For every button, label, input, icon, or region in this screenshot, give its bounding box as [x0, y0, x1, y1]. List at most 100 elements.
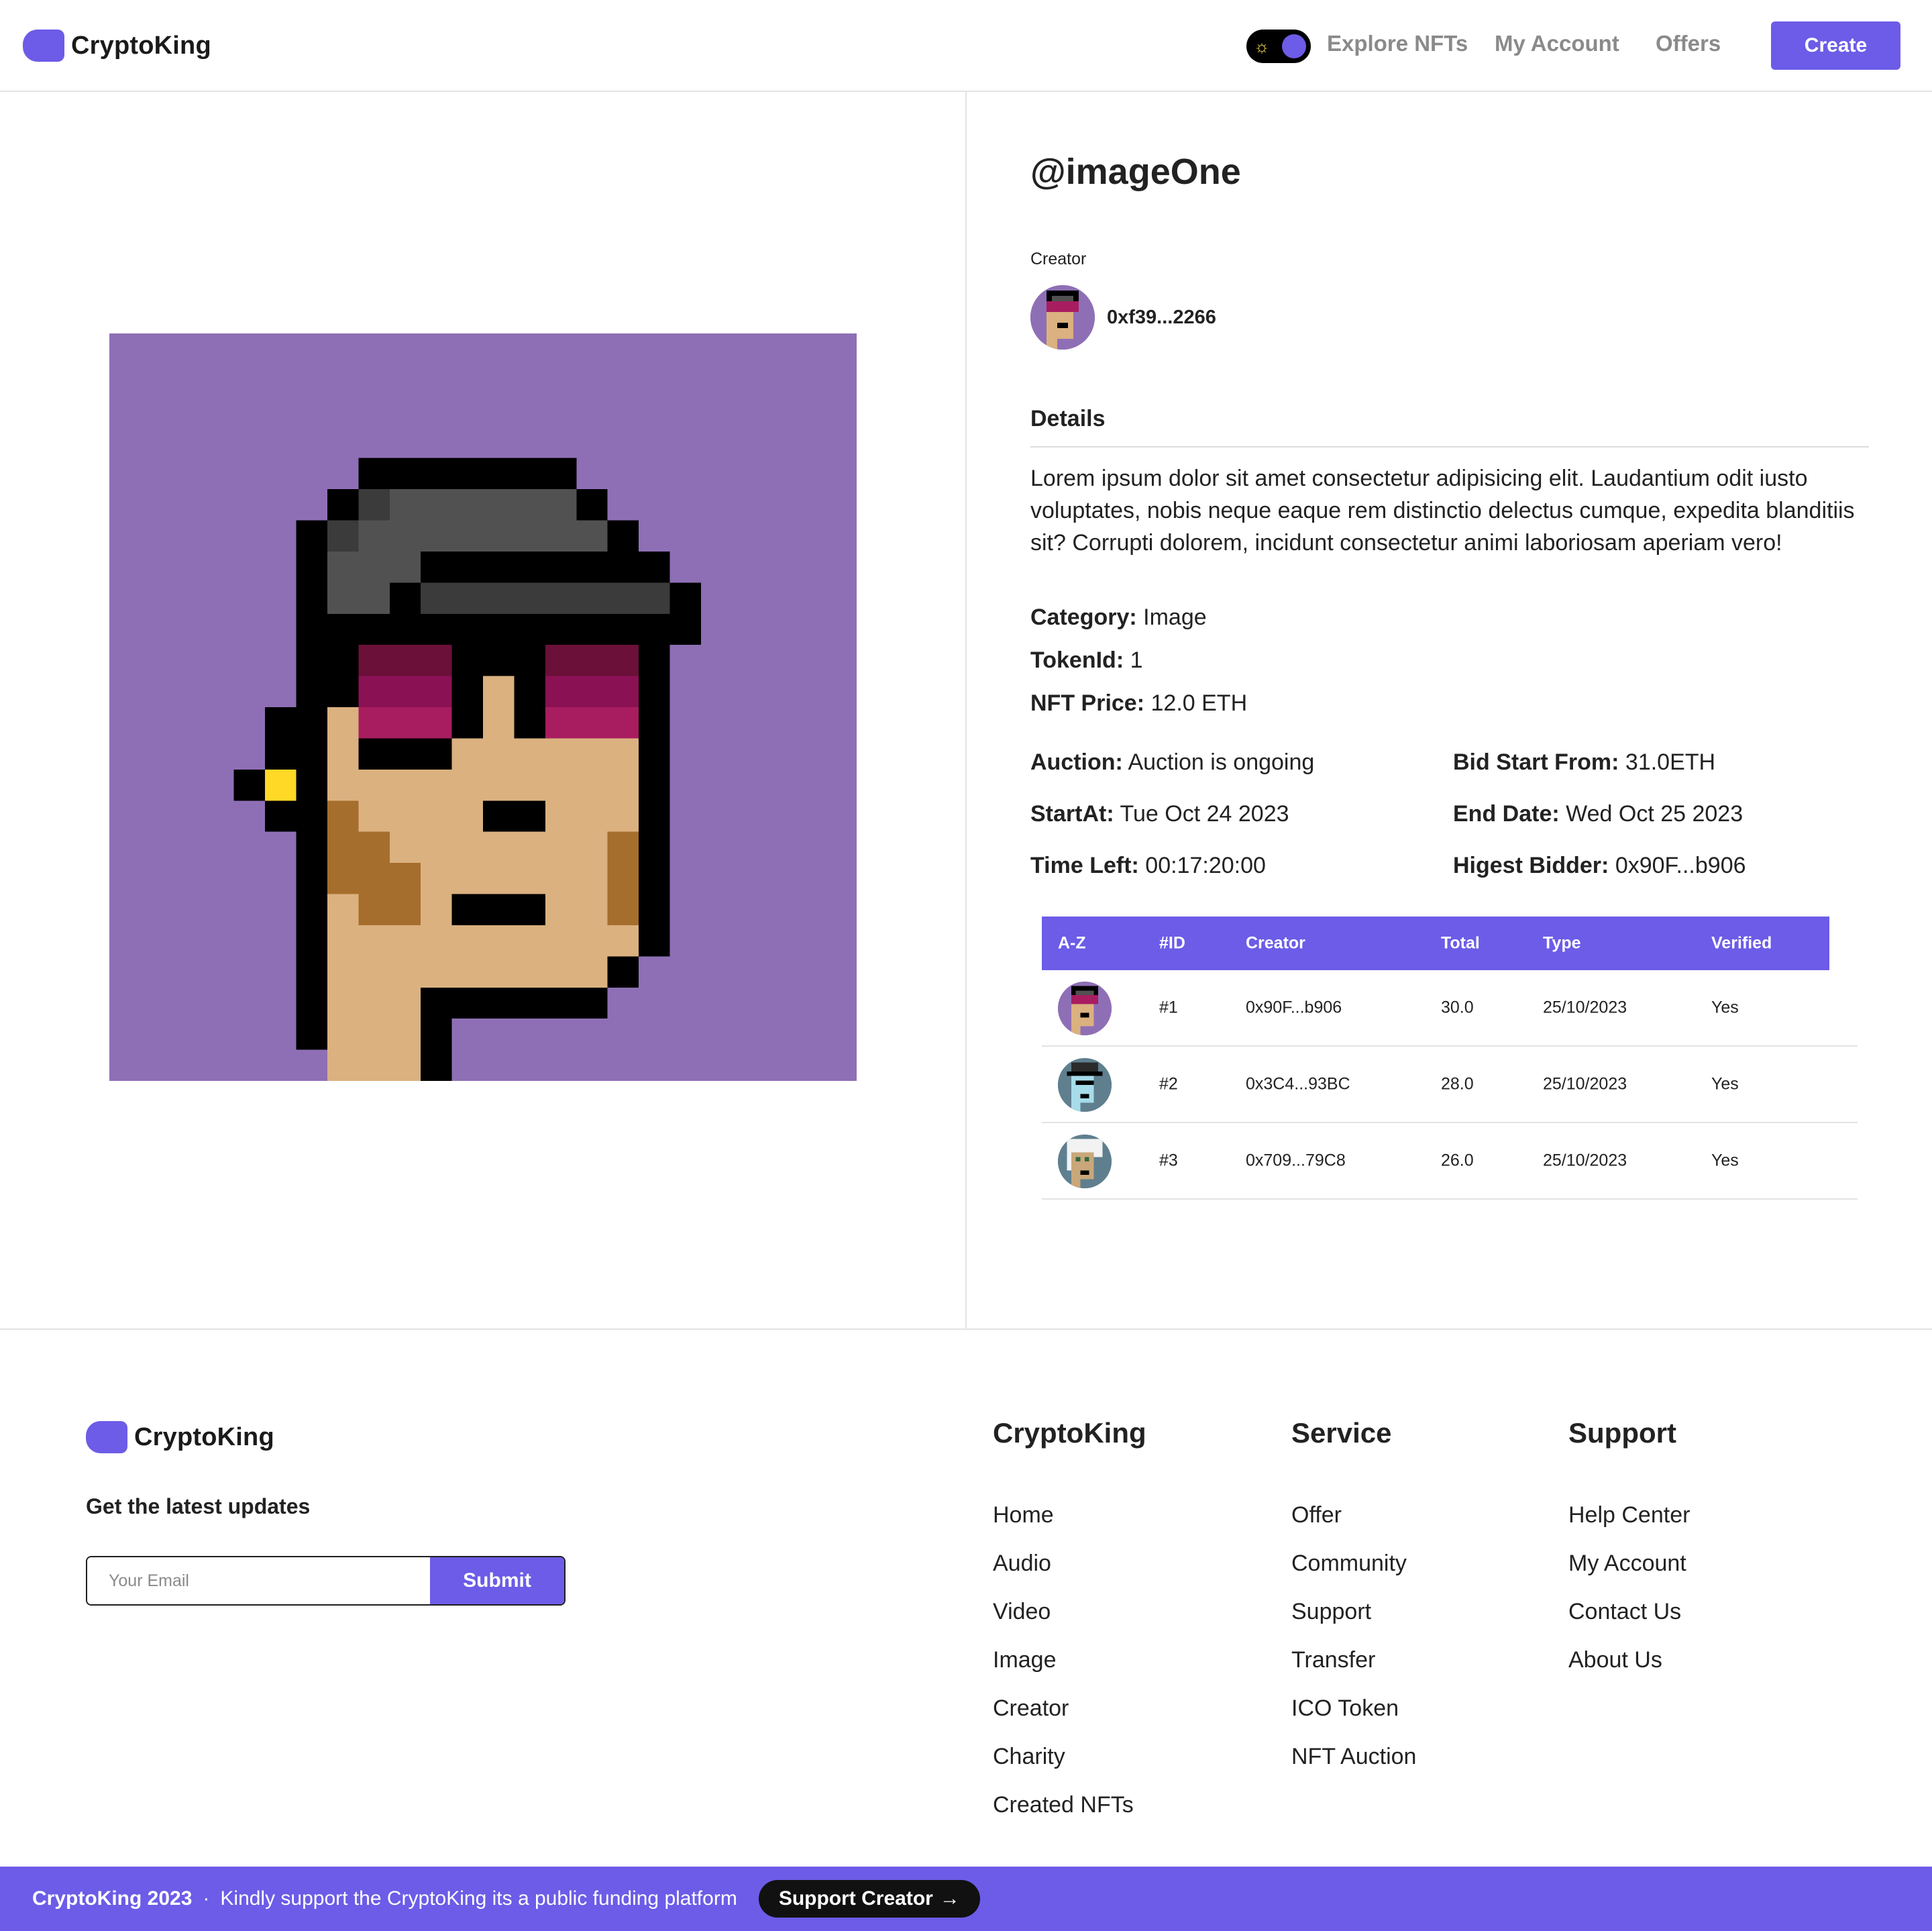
tokenid-label: TokenId: [1030, 647, 1124, 673]
logo-text: CryptoKing [134, 1422, 274, 1451]
end-value: Wed Oct 25 2023 [1566, 801, 1743, 827]
creator-avatar [1030, 285, 1095, 350]
tokenid-field: TokenId: 1 [1030, 647, 1143, 674]
footer-link-video[interactable]: Video [993, 1587, 1146, 1636]
theme-toggle[interactable]: ☼ [1246, 30, 1311, 63]
logo-mark-icon [86, 1421, 127, 1453]
footer-link-image[interactable]: Image [993, 1636, 1146, 1684]
row-type: 25/10/2023 [1543, 998, 1627, 1017]
bottom-bar-separator: · [203, 1887, 210, 1910]
newsletter-form: Submit [86, 1556, 566, 1606]
footer-link-support[interactable]: Support [1291, 1587, 1416, 1636]
row-verified: Yes [1711, 998, 1739, 1017]
details-heading: Details [1030, 406, 1106, 431]
footer-col-title: CryptoKing [993, 1417, 1146, 1449]
bottom-bar: CryptoKing 2023 · Kindly support the Cry… [0, 1867, 1932, 1931]
end-label: End Date: [1453, 801, 1560, 827]
footer-link-contact-us[interactable]: Contact Us [1568, 1587, 1690, 1636]
row-total: 28.0 [1441, 1074, 1474, 1094]
logo-mark-icon [23, 30, 64, 62]
price-value: 12.0 ETH [1150, 690, 1248, 716]
footer-link-help-center[interactable]: Help Center [1568, 1491, 1690, 1539]
row-verified: Yes [1711, 1151, 1739, 1170]
site-footer: CryptoKing Get the latest updates Submit… [0, 1330, 1932, 1867]
bid-start-value: 31.0ETH [1625, 749, 1716, 775]
footer-link-created-nfts[interactable]: Created NFTs [993, 1781, 1146, 1829]
row-creator: 0x3C4...93BC [1246, 1074, 1350, 1094]
time-left-value: 00:17:20:00 [1145, 853, 1266, 878]
email-input[interactable] [87, 1557, 430, 1604]
support-creator-label: Support Creator [778, 1887, 933, 1910]
end-field: End Date: Wed Oct 25 2023 [1453, 801, 1743, 827]
footer-link-my-account[interactable]: My Account [1568, 1539, 1690, 1587]
row-total: 26.0 [1441, 1151, 1474, 1170]
nft-image [109, 333, 857, 1081]
nav-explore-nfts[interactable]: Explore NFTs [1327, 31, 1468, 56]
pixel-punk-artwork [109, 333, 857, 1081]
create-button[interactable]: Create [1771, 21, 1900, 70]
price-label: NFT Price: [1030, 690, 1145, 716]
bottom-bar-message: Kindly support the CryptoKing its a publ… [220, 1887, 737, 1910]
creator-info[interactable]: 0xf39...2266 [1030, 285, 1216, 350]
footer-link-about-us[interactable]: About Us [1568, 1636, 1690, 1684]
row-creator: 0x90F...b906 [1246, 998, 1342, 1017]
logo-text: CryptoKing [71, 31, 211, 60]
nft-title: @imageOne [1030, 152, 1241, 192]
creator-label: Creator [1030, 250, 1087, 268]
start-label: StartAt: [1030, 801, 1114, 827]
bids-table: A-Z #ID Creator Total Type Verified #1 0… [1042, 917, 1858, 1200]
footer-link-nft-auction[interactable]: NFT Auction [1291, 1732, 1416, 1781]
auction-value: Auction is ongoing [1128, 749, 1315, 775]
table-row[interactable]: #2 0x3C4...93BC 28.0 25/10/2023 Yes [1042, 1047, 1858, 1123]
column-divider [965, 92, 967, 1330]
table-row[interactable]: #3 0x709...79C8 26.0 25/10/2023 Yes [1042, 1123, 1858, 1200]
highest-bidder-label: Higest Bidder: [1453, 853, 1609, 878]
auction-label: Auction: [1030, 749, 1123, 775]
support-creator-button[interactable]: Support Creator → [758, 1880, 980, 1918]
bids-table-header: A-Z #ID Creator Total Type Verified [1042, 917, 1829, 970]
time-left-label: Time Left: [1030, 853, 1139, 878]
site-header: CryptoKing ☼ Explore NFTs My Account Off… [0, 0, 1932, 92]
sun-icon: ☼ [1254, 36, 1270, 56]
footer-logo[interactable]: CryptoKing [86, 1421, 274, 1453]
col-id: #ID [1159, 933, 1185, 953]
footer-link-ico-token[interactable]: ICO Token [1291, 1684, 1416, 1732]
footer-link-charity[interactable]: Charity [993, 1732, 1146, 1781]
footer-col-title: Support [1568, 1417, 1676, 1449]
row-id: #3 [1159, 1151, 1178, 1170]
bidder-avatar [1058, 1058, 1112, 1112]
bid-start-field: Bid Start From: 31.0ETH [1453, 749, 1715, 776]
bidder-avatar [1058, 982, 1112, 1035]
submit-button[interactable]: Submit [430, 1557, 564, 1604]
category-label: Category: [1030, 605, 1137, 630]
footer-link-audio[interactable]: Audio [993, 1539, 1146, 1587]
row-verified: Yes [1711, 1074, 1739, 1094]
footer-link-transfer[interactable]: Transfer [1291, 1636, 1416, 1684]
footer-col-cryptoking: CryptoKing Home Audio Video Image Creato… [993, 1417, 1146, 1829]
footer-link-community[interactable]: Community [1291, 1539, 1416, 1587]
nav-my-account[interactable]: My Account [1495, 31, 1619, 56]
footer-link-creator[interactable]: Creator [993, 1684, 1146, 1732]
category-field: Category: Image [1030, 605, 1207, 631]
time-left-field: Time Left: 00:17:20:00 [1030, 853, 1266, 879]
arrow-right-icon: → [939, 1887, 960, 1910]
price-field: NFT Price: 12.0 ETH [1030, 690, 1247, 717]
header-logo[interactable]: CryptoKing [23, 30, 211, 62]
bottom-bar-brand: CryptoKing 2023 [32, 1887, 193, 1910]
nav-offers[interactable]: Offers [1656, 31, 1721, 56]
row-total: 30.0 [1441, 998, 1474, 1017]
table-row[interactable]: #1 0x90F...b906 30.0 25/10/2023 Yes [1042, 970, 1858, 1047]
details-divider [1030, 446, 1869, 448]
highest-bidder-value: 0x90F...b906 [1615, 853, 1746, 878]
col-verified: Verified [1711, 933, 1772, 953]
row-id: #2 [1159, 1074, 1178, 1094]
footer-link-offer[interactable]: Offer [1291, 1491, 1416, 1539]
auction-field: Auction: Auction is ongoing [1030, 749, 1314, 776]
creator-address: 0xf39...2266 [1107, 306, 1216, 328]
bidder-avatar [1058, 1135, 1112, 1188]
row-creator: 0x709...79C8 [1246, 1151, 1346, 1170]
row-type: 25/10/2023 [1543, 1074, 1627, 1094]
start-field: StartAt: Tue Oct 24 2023 [1030, 801, 1289, 827]
footer-link-home[interactable]: Home [993, 1491, 1146, 1539]
col-az[interactable]: A-Z [1058, 934, 1086, 953]
